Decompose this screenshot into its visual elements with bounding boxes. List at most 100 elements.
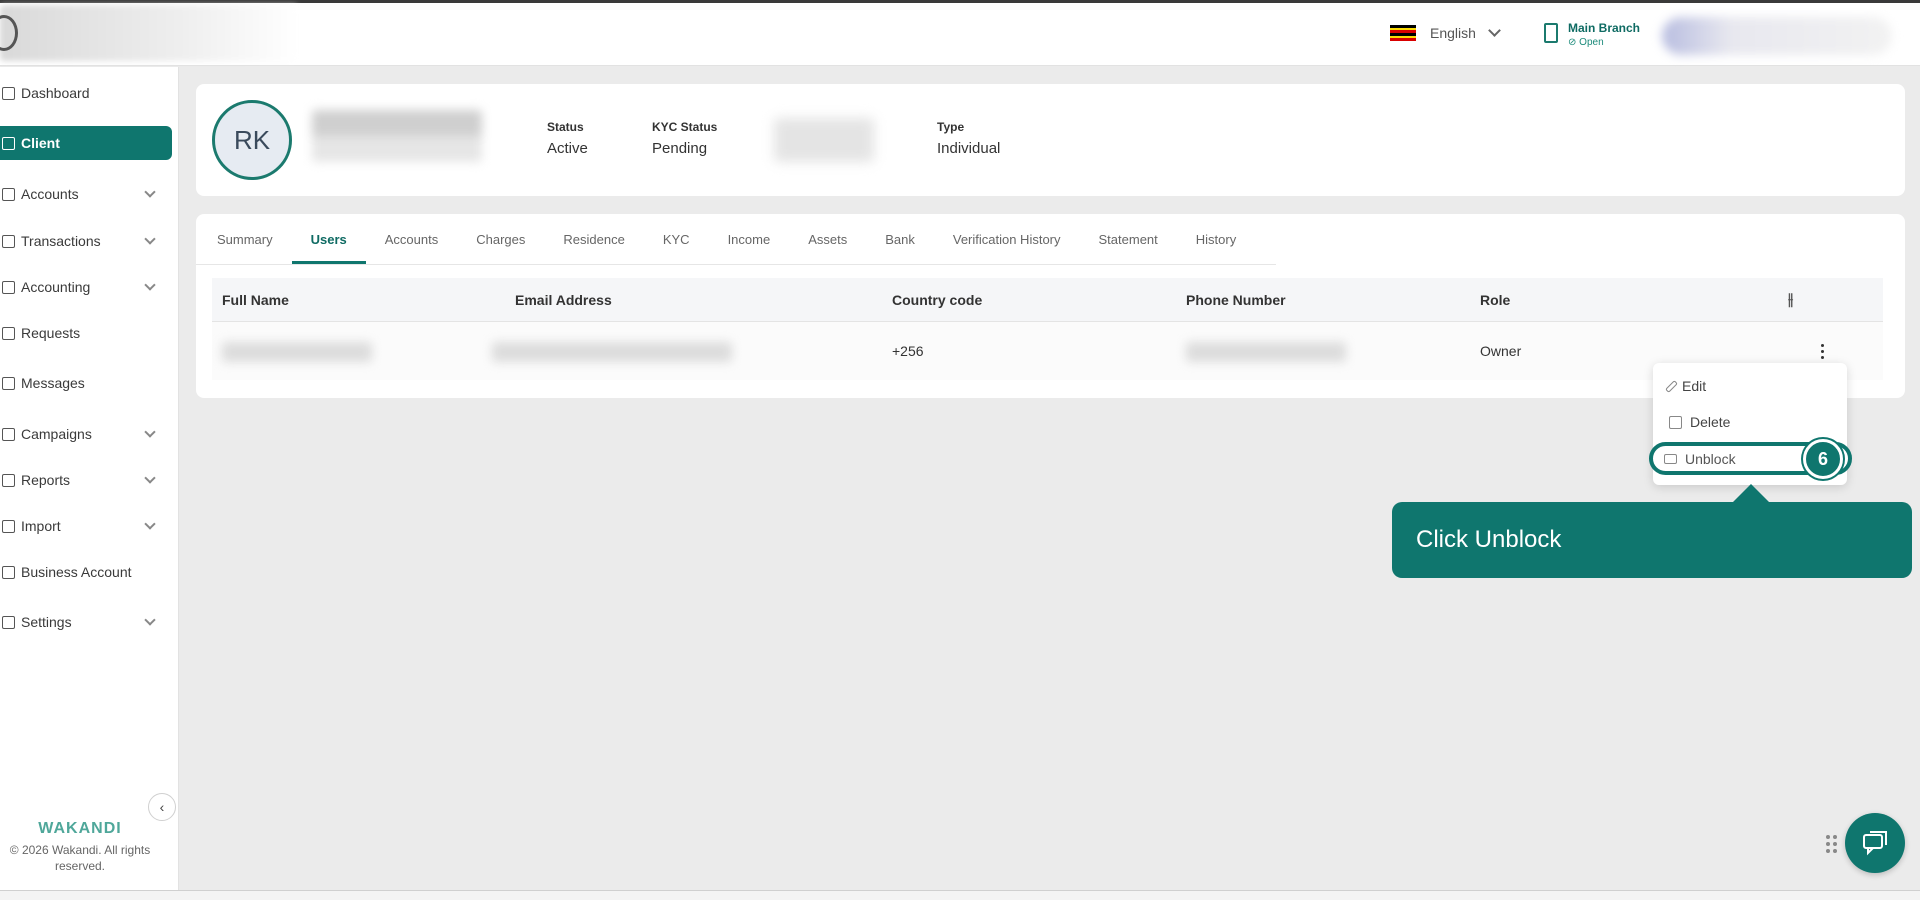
tab-history[interactable]: History <box>1177 214 1255 264</box>
chart-icon <box>2 473 15 487</box>
ledger-icon <box>2 280 15 294</box>
sidebar-item-requests[interactable]: Requests <box>0 316 172 350</box>
requests-icon <box>2 326 15 340</box>
branch-status: ⊘ Open <box>1568 37 1604 48</box>
chevron-down-icon <box>144 232 156 245</box>
tab-verification-history[interactable]: Verification History <box>934 214 1080 264</box>
sidebar-item-label: Reports <box>21 472 71 488</box>
chevron-left-icon: ‹ <box>159 799 165 815</box>
building-icon <box>1544 23 1558 43</box>
tab-income[interactable]: Income <box>709 214 790 264</box>
chevron-down-icon <box>144 278 156 291</box>
tab-bank[interactable]: Bank <box>866 214 934 264</box>
tab-statement[interactable]: Statement <box>1080 214 1177 264</box>
language-selector[interactable]: English <box>1390 24 1501 42</box>
sidebar-item-label: Campaigns <box>21 426 92 442</box>
message-icon <box>2 376 15 390</box>
kyc-status-value: Pending <box>652 140 708 157</box>
briefcase-icon <box>2 565 15 579</box>
chevron-down-icon <box>1488 24 1501 37</box>
sidebar-item-import[interactable]: Import <box>0 509 172 543</box>
step-number-badge: 6 <box>1803 439 1843 479</box>
sidebar-item-accounting[interactable]: Accounting <box>0 270 172 304</box>
column-role: Role <box>1480 291 1511 308</box>
sidebar: Dashboard Client Accounts Transactions A… <box>0 67 179 890</box>
user-profile-menu[interactable] <box>1662 17 1892 55</box>
top-bar: English Main Branch ⊘ Open <box>0 0 1920 66</box>
sidebar-item-client[interactable]: Client <box>0 126 172 160</box>
bank-icon <box>2 187 15 201</box>
sidebar-item-accounts[interactable]: Accounts <box>0 177 172 211</box>
edit-label: Edit <box>1682 378 1707 394</box>
users-panel: Summary Users Accounts Charges Residence… <box>196 214 1905 398</box>
unblock-menu-item[interactable]: Unblock <box>1664 447 1736 471</box>
role-cell: Owner <box>1480 343 1522 359</box>
chat-icon <box>1863 831 1887 856</box>
column-email-address: Email Address <box>515 291 612 308</box>
table-header: Full Name Email Address Country code Pho… <box>212 278 1883 322</box>
tab-residence[interactable]: Residence <box>544 214 643 264</box>
sidebar-collapse-button[interactable]: ‹ <box>148 793 176 821</box>
client-name-redacted <box>312 110 482 162</box>
sidebar-item-reports[interactable]: Reports <box>0 463 172 497</box>
column-settings-icon[interactable]: ⫲ <box>1788 278 1793 321</box>
chevron-down-icon <box>144 517 156 530</box>
chevron-down-icon <box>144 185 156 198</box>
sidebar-item-label: Business Account <box>21 564 132 580</box>
full-name-redacted <box>222 342 372 362</box>
users-icon <box>2 136 15 150</box>
sidebar-item-label: Requests <box>21 325 81 341</box>
pencil-icon <box>1665 379 1678 393</box>
drag-handle-icon[interactable] <box>1826 835 1837 853</box>
delete-menu-item[interactable]: Delete <box>1669 409 1730 435</box>
sidebar-item-label: Dashboard <box>21 85 90 101</box>
redacted-field <box>774 118 874 162</box>
unblock-label: Unblock <box>1685 451 1736 467</box>
sidebar-item-label: Messages <box>21 375 85 391</box>
sidebar-item-dashboard[interactable]: Dashboard <box>0 76 172 110</box>
language-label: English <box>1430 25 1476 41</box>
branch-selector[interactable]: Main Branch ⊘ Open <box>1544 21 1640 48</box>
tab-charges[interactable]: Charges <box>457 214 544 264</box>
unlock-icon <box>1664 454 1677 464</box>
sidebar-item-business-account[interactable]: Business Account <box>0 555 172 589</box>
tab-accounts[interactable]: Accounts <box>366 214 457 264</box>
tab-assets[interactable]: Assets <box>789 214 866 264</box>
brand-logo: WAKANDI <box>38 820 122 837</box>
column-phone-number: Phone Number <box>1186 291 1286 308</box>
tab-users[interactable]: Users <box>291 214 366 264</box>
sidebar-item-settings[interactable]: Settings <box>0 605 172 639</box>
sidebar-item-messages[interactable]: Messages <box>0 366 172 400</box>
bottom-scroll-bar <box>0 890 1920 900</box>
type-label: Type <box>937 120 965 134</box>
logo-area <box>0 5 298 61</box>
chevron-down-icon <box>144 425 156 438</box>
sidebar-item-label: Client <box>21 135 60 151</box>
tabs-divider <box>196 264 1276 265</box>
gear-icon <box>2 615 15 629</box>
column-country-code: Country code <box>892 291 983 308</box>
transactions-icon <box>2 234 15 248</box>
phone-redacted <box>1186 342 1346 362</box>
type-value: Individual <box>937 140 1001 157</box>
sidebar-item-transactions[interactable]: Transactions <box>0 224 172 258</box>
tooltip-arrow <box>1733 484 1769 502</box>
tab-kyc[interactable]: KYC <box>644 214 709 264</box>
copyright-text: © 2026 Wakandi. All rights reserved. <box>9 843 151 873</box>
country-code-cell: +256 <box>892 343 924 359</box>
sidebar-item-label: Accounting <box>21 279 91 295</box>
chat-button[interactable] <box>1845 813 1905 873</box>
column-full-name: Full Name <box>222 291 289 308</box>
kyc-status-label: KYC Status <box>652 120 718 134</box>
edit-menu-item[interactable]: Edit <box>1665 373 1707 399</box>
grid-icon <box>2 427 15 441</box>
upload-icon <box>2 519 15 533</box>
chevron-down-icon <box>144 613 156 626</box>
delete-label: Delete <box>1690 414 1731 430</box>
tab-summary[interactable]: Summary <box>198 214 292 264</box>
trash-icon <box>1669 415 1682 429</box>
sidebar-item-campaigns[interactable]: Campaigns <box>0 417 172 451</box>
sidebar-item-label: Accounts <box>21 186 79 202</box>
client-tabs: Summary Users Accounts Charges Residence… <box>196 214 1255 264</box>
guide-tooltip: Click Unblock <box>1392 502 1912 578</box>
